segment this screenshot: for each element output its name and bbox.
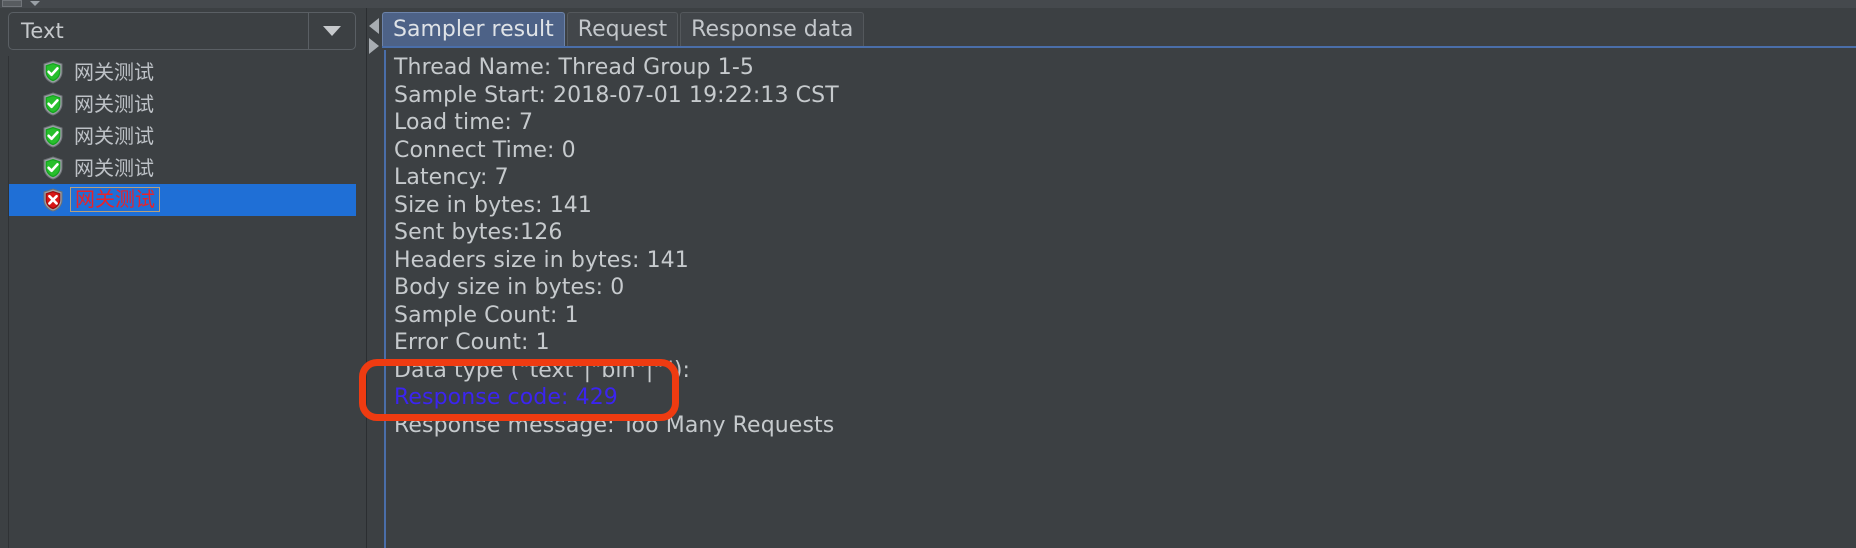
result-line: Body size in bytes: 0 xyxy=(394,275,625,300)
green-shield-check-icon xyxy=(43,92,63,116)
tree-row-label: 网关测试 xyxy=(74,60,154,84)
tab-content-panel: Thread Name: Thread Group 1-5 Sample Sta… xyxy=(382,46,1856,548)
tree-row[interactable]: 网关测试 xyxy=(9,56,356,88)
chevron-down-icon[interactable] xyxy=(30,1,40,6)
result-line: Sent bytes:126 xyxy=(394,220,563,245)
result-line: Connect Time: 0 xyxy=(394,137,576,163)
tree-row-label: 网关测试 xyxy=(74,124,154,148)
result-line: Load time: 7 xyxy=(394,110,534,135)
tab-bar: Sampler result Request Response data xyxy=(382,8,1856,46)
tab-request[interactable]: Request xyxy=(566,12,679,46)
toolbar-icon xyxy=(2,0,22,7)
tree-row-label: 网关测试 xyxy=(70,186,160,212)
render-format-combobox[interactable]: Text xyxy=(8,12,356,50)
result-line: Response message: Too Many Requests xyxy=(394,412,835,438)
pane-splitter[interactable] xyxy=(366,8,382,548)
tab-sampler-result[interactable]: Sampler result xyxy=(382,12,565,46)
result-line: Data type ("text"|"bin"|""): xyxy=(394,357,691,383)
chevron-down-icon xyxy=(323,26,341,36)
left-pane: Text 网关测试 网关测试 网关测试 网关测试 网关测试 xyxy=(0,8,366,548)
result-line: Sample Start: 2018-07-01 19:22:13 CST xyxy=(394,82,839,108)
render-format-dropdown-button[interactable] xyxy=(308,13,355,49)
tree-row-label: 网关测试 xyxy=(74,92,154,116)
tree-row-selected[interactable]: 网关测试 xyxy=(9,184,356,216)
tree-row-label: 网关测试 xyxy=(74,156,154,180)
tree-row[interactable]: 网关测试 xyxy=(9,88,356,120)
result-line-response-code: Response code: 429 xyxy=(394,385,618,410)
green-shield-check-icon xyxy=(43,60,63,84)
result-line: Headers size in bytes: 141 xyxy=(394,247,689,273)
result-line: Sample Count: 1 xyxy=(394,302,579,328)
green-shield-check-icon xyxy=(43,156,63,180)
red-shield-cross-icon xyxy=(43,188,63,212)
result-line: Error Count: 1 xyxy=(394,330,550,355)
tree-row[interactable]: 网关测试 xyxy=(9,120,356,152)
sampler-result-textarea[interactable]: Thread Name: Thread Group 1-5 Sample Sta… xyxy=(384,50,1856,548)
triangle-left-icon[interactable] xyxy=(369,18,379,34)
triangle-right-icon[interactable] xyxy=(369,38,379,54)
results-tree[interactable]: 网关测试 网关测试 网关测试 网关测试 网关测试 xyxy=(8,56,356,548)
tab-response-data[interactable]: Response data xyxy=(680,12,865,46)
result-line: Size in bytes: 141 xyxy=(394,192,593,218)
right-pane: Sampler result Request Response data Thr… xyxy=(382,8,1856,548)
green-shield-check-icon xyxy=(43,124,63,148)
jmeter-result-view: Text 网关测试 网关测试 网关测试 网关测试 网关测试 Sampler re… xyxy=(0,0,1856,548)
tree-row[interactable]: 网关测试 xyxy=(9,152,356,184)
result-line: Thread Name: Thread Group 1-5 xyxy=(394,55,754,80)
splitter-line xyxy=(366,8,367,548)
render-format-value: Text xyxy=(21,19,64,43)
result-line: Latency: 7 xyxy=(394,165,509,190)
